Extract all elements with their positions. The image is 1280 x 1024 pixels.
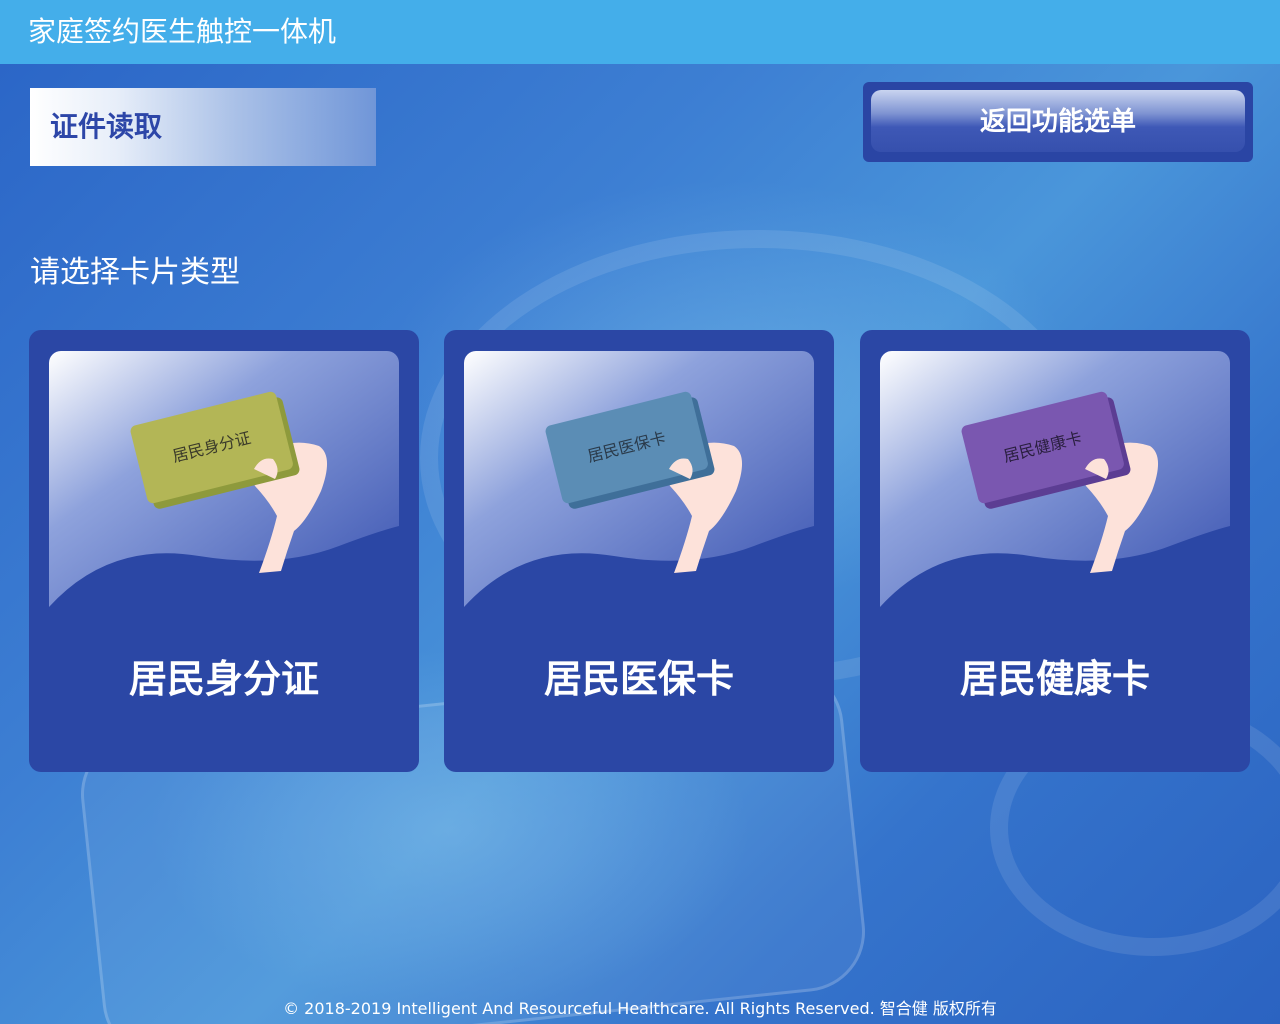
section-title: 证件读取 xyxy=(50,110,163,143)
copyright-footer: © 2018-2019 Intelligent And Resourceful … xyxy=(283,999,997,1018)
select-card-prompt: 请选择卡片类型 xyxy=(30,255,240,290)
card-illustration: 居民身分证 xyxy=(49,351,399,607)
card-option-id-card[interactable]: 居民身分证 居民身分证 xyxy=(29,330,419,772)
card-illustration: 居民健康卡 xyxy=(880,351,1230,607)
card-title: 居民身分证 xyxy=(128,657,319,701)
card-title: 居民健康卡 xyxy=(959,657,1150,701)
card-option-health-card[interactable]: 居民健康卡 居民健康卡 xyxy=(860,330,1250,772)
card-title: 居民医保卡 xyxy=(543,657,734,701)
card-option-insurance-card[interactable]: 居民医保卡 居民医保卡 xyxy=(444,330,834,772)
back-to-menu-button[interactable]: 返回功能选单 xyxy=(863,82,1253,162)
app-title: 家庭签约医生触控一体机 xyxy=(28,15,337,48)
section-label: 证件读取 xyxy=(30,88,376,166)
back-button-label: 返回功能选单 xyxy=(979,107,1136,137)
card-illustration: 居民医保卡 xyxy=(464,351,814,607)
title-bar: 家庭签约医生触控一体机 xyxy=(0,0,1280,64)
